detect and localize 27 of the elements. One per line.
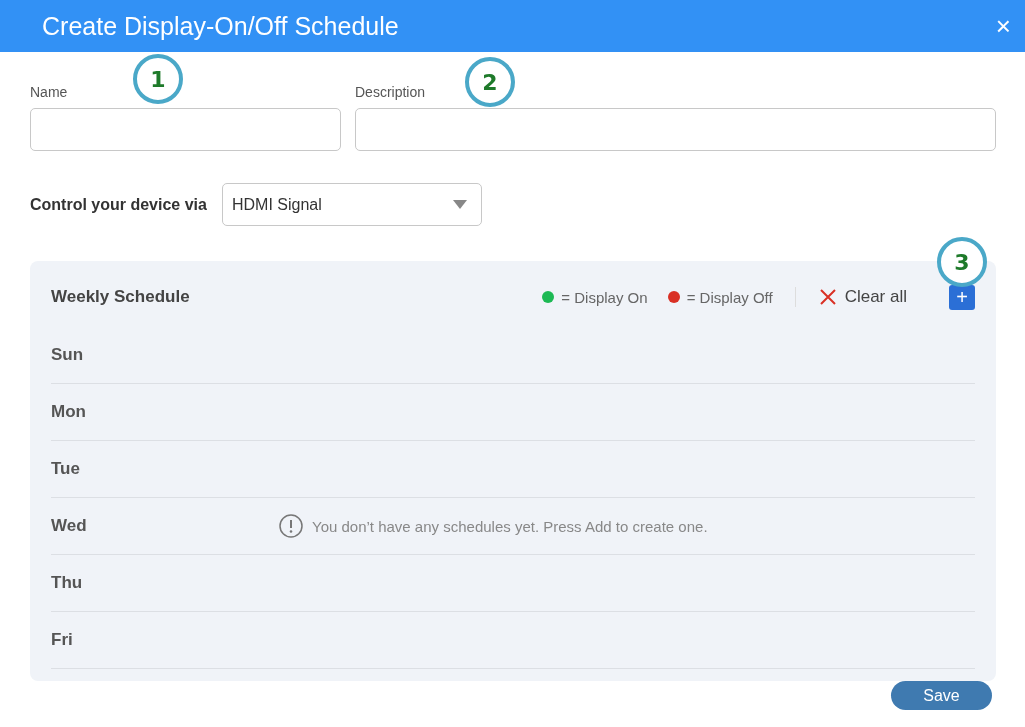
- day-label: Sun: [51, 345, 85, 365]
- info-icon: [279, 514, 303, 538]
- field-label: Name: [30, 84, 69, 100]
- day-label: Wed: [51, 516, 88, 536]
- callout-number: 3: [937, 237, 987, 287]
- field-label: Description: [355, 84, 427, 100]
- day-label: Mon: [51, 402, 87, 422]
- callout-number: 2: [465, 57, 515, 107]
- day-label: Fri: [51, 630, 74, 650]
- control-label: Control your device via: [30, 195, 207, 214]
- caret-icon: [452, 200, 467, 209]
- day-label: Tue: [51, 459, 81, 479]
- dialog-title: Create Display-On/Off Schedule: [42, 11, 399, 41]
- close-icon: [819, 289, 836, 305]
- add-button[interactable]: +: [949, 284, 975, 310]
- legend-label: = Display Off: [686, 288, 773, 306]
- text-field[interactable]: [30, 108, 341, 151]
- close-button[interactable]: ×: [995, 13, 1011, 39]
- save-button[interactable]: Save: [891, 681, 992, 710]
- schedule-title: Weekly Schedule: [51, 287, 190, 307]
- empty-message: You don’t have any schedules yet. Press Add to create one.: [312, 517, 708, 535]
- control-dropdown[interactable]: HDMI Signal: [221, 183, 482, 226]
- clear-all-button[interactable]: Clear all: [819, 287, 907, 307]
- callout-number: 1: [133, 54, 183, 104]
- text-field[interactable]: [355, 108, 996, 151]
- legend-label: = Display On: [561, 288, 648, 306]
- day-label: Thu: [51, 573, 84, 593]
